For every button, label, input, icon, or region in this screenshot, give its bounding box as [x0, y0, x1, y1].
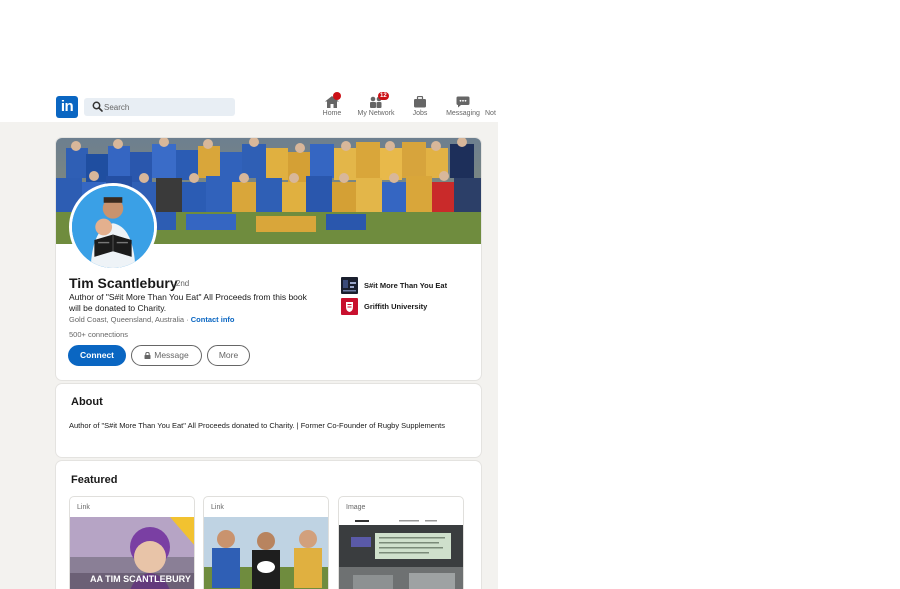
more-button[interactable]: More	[207, 345, 250, 366]
nav-my-network[interactable]: 12 My Network	[354, 92, 398, 121]
profile-location: Gold Coast, Queensland, Australia ·	[69, 315, 189, 324]
featured-card: Featured Link AA TIM SCANTLEBURY Link Im…	[56, 461, 481, 589]
lock-icon	[144, 352, 151, 359]
top-nav: in Home	[0, 90, 498, 122]
message-button-label: Message	[154, 350, 189, 360]
connections-count[interactable]: 500+ connections	[69, 330, 128, 339]
griffith-logo-icon	[341, 298, 358, 315]
profile-avatar[interactable]	[69, 183, 157, 271]
nav-messaging[interactable]: Messaging	[444, 95, 482, 121]
featured-item-image: AA TIM SCANTLEBURY	[70, 517, 194, 589]
search-icon	[92, 101, 103, 112]
nav-notifications-label: Not	[485, 110, 496, 117]
connections-number: 500+	[69, 330, 86, 339]
profile-card: Tim Scantlebury · 2nd Author of "S#it Mo…	[56, 138, 481, 380]
featured-item-image	[339, 517, 463, 589]
org-book-name: S#it More Than You Eat	[364, 281, 448, 290]
featured-item-type: Link	[77, 504, 90, 511]
about-card: About Author of "S#it More Than You Eat"…	[56, 384, 481, 457]
connections-label: connections	[88, 330, 129, 339]
profile-headline: Author of "S#it More Than You Eat" All P…	[69, 292, 307, 313]
contact-info-link[interactable]: Contact info	[191, 315, 235, 324]
messaging-icon	[456, 96, 470, 108]
nav-home[interactable]: Home	[320, 92, 344, 121]
featured-title: Featured	[71, 474, 118, 486]
search-input[interactable]	[104, 98, 232, 116]
about-title: About	[71, 396, 103, 408]
notifications-icon	[485, 95, 498, 107]
briefcase-icon	[414, 95, 426, 108]
nav-messaging-label: Messaging	[446, 110, 480, 117]
featured-item[interactable]: Link	[203, 496, 329, 589]
profile-location-row: Gold Coast, Queensland, Australia · Cont…	[69, 315, 235, 324]
featured-item-type: Link	[211, 504, 224, 511]
connect-button[interactable]: Connect	[68, 345, 126, 366]
about-text: Author of "S#it More Than You Eat" All P…	[69, 421, 445, 430]
featured-item-image	[204, 517, 328, 589]
search-bar[interactable]	[84, 98, 235, 116]
org-griffith-name: Griffith University	[364, 302, 428, 311]
browser-viewport: in Home	[0, 90, 498, 589]
network-badge: 12	[378, 92, 389, 100]
book-logo-icon	[341, 277, 358, 294]
featured-item-type: Image	[346, 504, 366, 511]
featured-caption: AA TIM SCANTLEBURY	[90, 574, 191, 584]
nav-notifications[interactable]: Not	[485, 95, 498, 121]
featured-item[interactable]: Link AA TIM SCANTLEBURY	[69, 496, 195, 589]
linkedin-logo[interactable]: in	[56, 96, 78, 118]
nav-home-label: Home	[322, 110, 342, 117]
connection-degree: · 2nd	[171, 279, 190, 288]
nav-my-network-label: My Network	[357, 110, 395, 117]
nav-jobs[interactable]: Jobs	[408, 95, 432, 121]
nav-jobs-label: Jobs	[412, 110, 428, 117]
featured-item[interactable]: Image	[338, 496, 464, 589]
message-button[interactable]: Message	[131, 345, 202, 366]
profile-name: Tim Scantlebury	[69, 275, 178, 291]
